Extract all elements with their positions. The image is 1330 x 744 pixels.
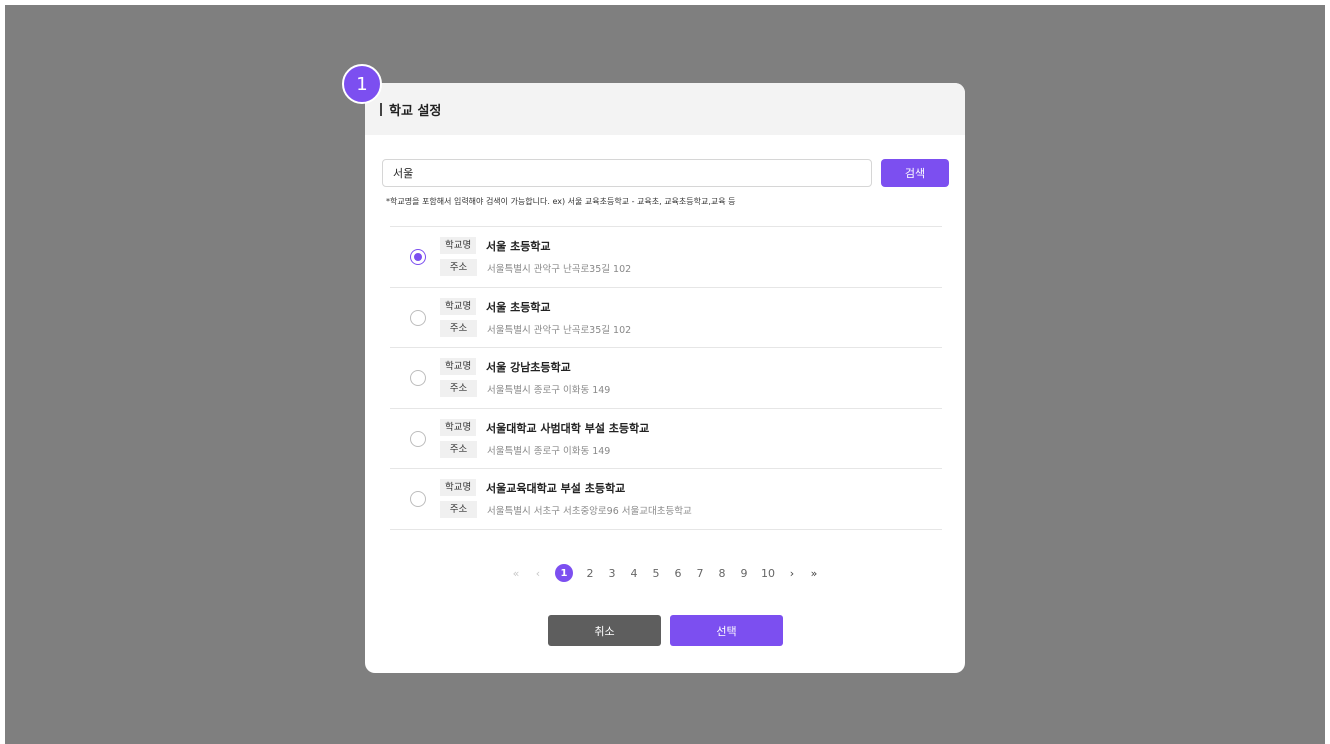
modal-header: 학교 설정 — [365, 83, 965, 135]
modal-title: 학교 설정 — [389, 104, 442, 119]
page-7-button[interactable]: 7 — [695, 567, 705, 580]
address-tag: 주소 — [440, 501, 477, 518]
radio-button[interactable] — [410, 430, 426, 447]
page-2-button[interactable]: 2 — [585, 567, 595, 580]
title-accent-bar — [380, 103, 382, 116]
radio-button[interactable] — [410, 370, 426, 386]
radio-button[interactable] — [410, 491, 426, 507]
school-name: 서울교육대학교 부설 초등학교 — [486, 482, 626, 495]
result-item[interactable]: 학교명 서울교육대학교 부설 초등학교 주소 서울특별시 서초구 서초중앙로96… — [390, 469, 942, 530]
school-address: 서울특별시 관악구 난곡로35길 102 — [487, 324, 632, 336]
page-8-button[interactable]: 8 — [717, 567, 727, 580]
school-settings-modal: 학교 설정 검색 *학교명을 포함해서 입력해야 검색이 가능합니다. ex) … — [365, 83, 965, 673]
pagination: « ‹ 1 2 3 4 5 6 7 8 9 10 › » — [365, 563, 965, 583]
page-6-button[interactable]: 6 — [673, 567, 683, 580]
address-tag: 주소 — [440, 319, 477, 337]
school-name-tag: 학교명 — [440, 237, 477, 254]
school-result-list: 학교명 서울 초등학교 주소 서울특별시 관악구 난곡로35길 102 학교명 … — [390, 226, 942, 530]
address-tag: 주소 — [440, 380, 477, 397]
step-badge: 1 — [342, 64, 382, 104]
search-hint: *학교명을 포함해서 입력해야 검색이 가능합니다. ex) 서울 교육초등학교… — [386, 197, 736, 206]
chevron-left-icon[interactable]: ‹ — [533, 567, 543, 580]
result-item[interactable]: 학교명 서울 강남초등학교 주소 서울특별시 종로구 이화동 149 — [390, 348, 942, 409]
school-address: 서울특별시 종로구 이화동 149 — [487, 445, 611, 457]
address-tag: 주소 — [440, 440, 477, 458]
school-name-tag: 학교명 — [440, 297, 477, 315]
school-name-tag: 학교명 — [440, 418, 477, 436]
page-1-button[interactable]: 1 — [555, 564, 573, 582]
radio-button-selected[interactable] — [410, 249, 426, 265]
result-item[interactable]: 학교명 서울대학교 사범대학 부설 초등학교 주소 서울특별시 종로구 이화동 … — [390, 409, 942, 469]
address-tag: 주소 — [440, 259, 477, 276]
school-name: 서울 강남초등학교 — [486, 361, 571, 374]
double-chevron-right-icon[interactable]: » — [809, 567, 819, 580]
chevron-right-icon[interactable]: › — [787, 567, 797, 580]
school-address: 서울특별시 서초구 서초중앙로96 서울교대초등학교 — [487, 506, 692, 517]
select-button[interactable]: 선택 — [670, 615, 783, 646]
school-name: 서울 초등학교 — [486, 300, 551, 314]
school-address: 서울특별시 종로구 이화동 149 — [487, 385, 611, 396]
page-9-button[interactable]: 9 — [739, 567, 749, 580]
search-row: 검색 — [382, 159, 949, 187]
search-button[interactable]: 검색 — [881, 159, 949, 187]
page-10-button[interactable]: 10 — [761, 567, 775, 580]
school-name-tag: 학교명 — [440, 479, 477, 496]
school-address: 서울특별시 관악구 난곡로35길 102 — [487, 264, 632, 275]
radio-button[interactable] — [410, 309, 426, 326]
page-4-button[interactable]: 4 — [629, 567, 639, 580]
page-3-button[interactable]: 3 — [607, 567, 617, 580]
school-search-input[interactable] — [382, 159, 872, 187]
page-5-button[interactable]: 5 — [651, 567, 661, 580]
school-name-tag: 학교명 — [440, 358, 477, 375]
school-name: 서울대학교 사범대학 부설 초등학교 — [486, 421, 650, 435]
cancel-button[interactable]: 취소 — [548, 615, 661, 646]
result-item[interactable]: 학교명 서울 초등학교 주소 서울특별시 관악구 난곡로35길 102 — [390, 288, 942, 348]
school-name: 서울 초등학교 — [486, 240, 551, 253]
double-chevron-left-icon[interactable]: « — [511, 567, 521, 580]
result-item[interactable]: 학교명 서울 초등학교 주소 서울특별시 관악구 난곡로35길 102 — [390, 227, 942, 288]
